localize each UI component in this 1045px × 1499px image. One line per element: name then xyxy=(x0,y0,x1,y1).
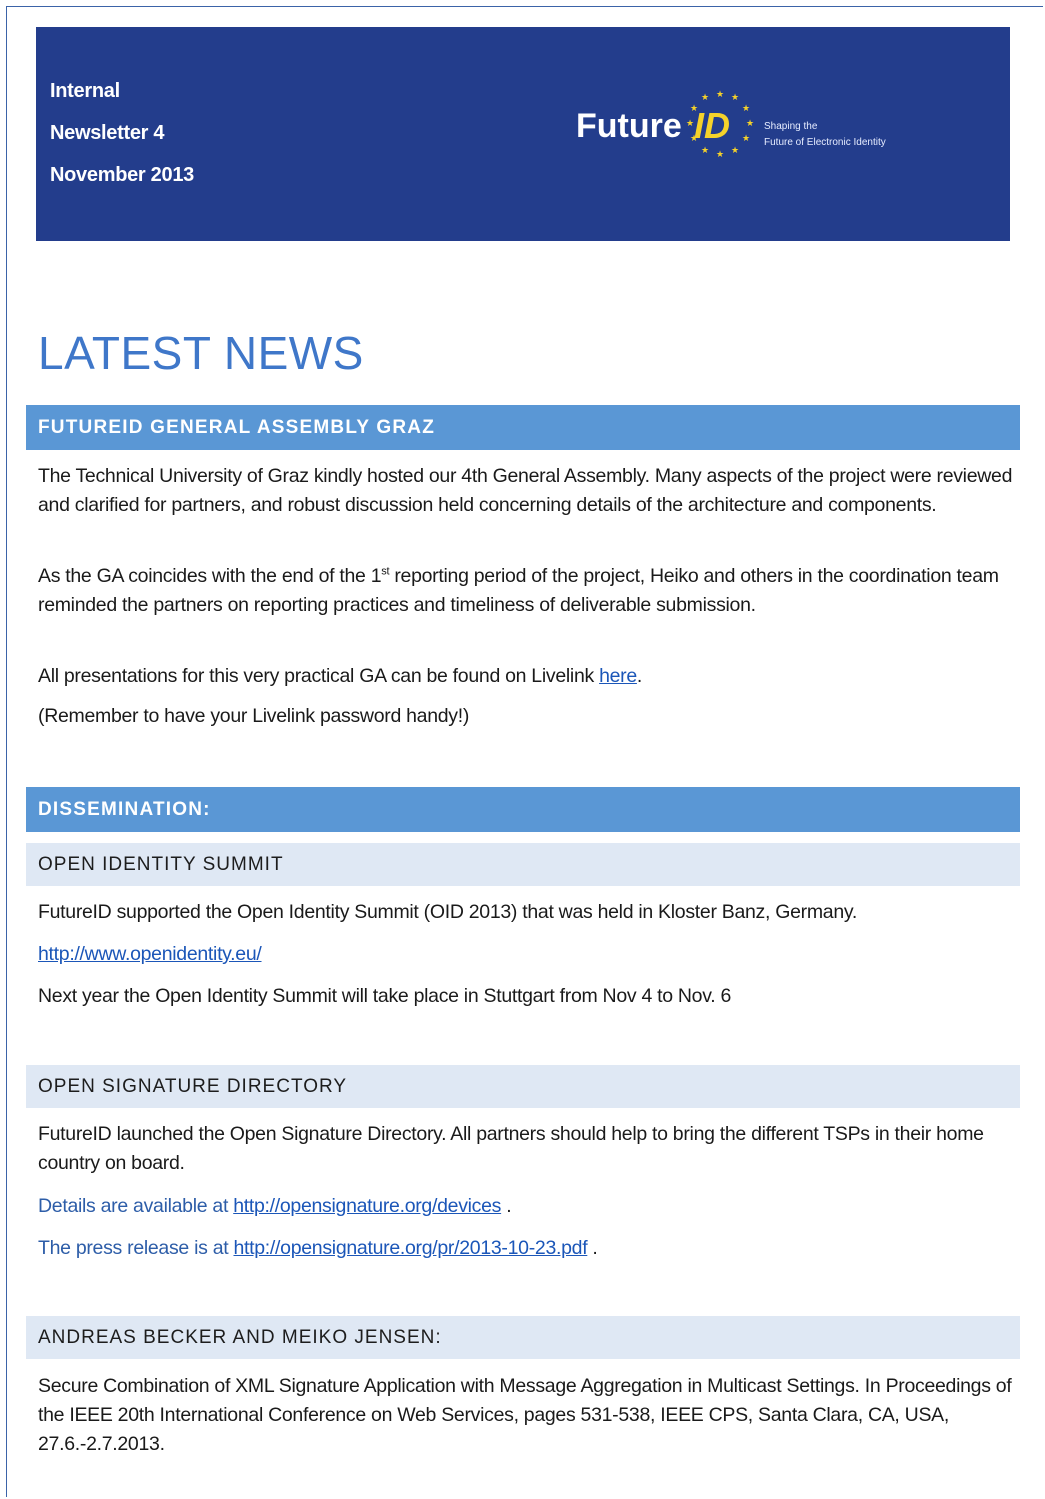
heading-open-signature-directory: OPEN SIGNATURE DIRECTORY xyxy=(26,1065,1020,1108)
openidentity-link[interactable]: http://www.openidentity.eu/ xyxy=(38,943,262,965)
svg-text:★: ★ xyxy=(742,104,750,114)
ga-paragraph-3: All presentations for this very practica… xyxy=(38,662,1013,691)
heading-open-identity-summit: OPEN IDENTITY SUMMIT xyxy=(26,843,1020,886)
svg-text:★: ★ xyxy=(742,134,750,144)
banner-internal: Internal xyxy=(50,80,120,102)
svg-text:★: ★ xyxy=(716,90,724,100)
oid-paragraph-1: FutureID supported the Open Identity Sum… xyxy=(38,901,858,923)
tagline-line1: Shaping the xyxy=(764,121,818,132)
heading-dissemination: DISSEMINATION: xyxy=(26,787,1020,832)
svg-text:★: ★ xyxy=(701,93,709,103)
osd-details-line: Details are available at http://opensign… xyxy=(38,1192,1013,1221)
ga-p3-end: . xyxy=(636,665,643,687)
banner-date: November 2013 xyxy=(50,164,194,186)
svg-text:★: ★ xyxy=(731,93,739,103)
becker-jensen-paragraph: Secure Combination of XML Signature Appl… xyxy=(38,1375,1012,1455)
heading-general-assembly: FUTUREID GENERAL ASSEMBLY GRAZ xyxy=(26,405,1020,450)
ga-paragraph-4: (Remember to have your Livelink password… xyxy=(38,705,470,727)
oid-paragraph-2: Next year the Open Identity Summit will … xyxy=(38,985,731,1007)
latest-news-title: LATEST NEWS xyxy=(38,327,364,379)
svg-text:★: ★ xyxy=(686,119,694,129)
svg-text:★: ★ xyxy=(746,119,754,129)
tagline-line2: Future of Electronic Identity xyxy=(764,137,886,148)
logo-tagline: Shaping the Future of Electronic Identit… xyxy=(764,119,886,151)
svg-text:★: ★ xyxy=(690,134,698,144)
banner-lines: Internal Newsletter 4 November 2013 xyxy=(50,79,194,205)
osd-details-label: Details are available at xyxy=(38,1195,234,1217)
osd-paragraph-1: FutureID launched the Open Signature Dir… xyxy=(38,1123,984,1174)
svg-text:★: ★ xyxy=(701,146,709,156)
futureid-logo: Future ID ★ ★ ★ ★ ★ ★ ★ ★ ★ ★ ★ ★ Shapin… xyxy=(576,89,956,179)
livelink-here-link[interactable]: here xyxy=(599,665,637,687)
newsletter-banner: Internal Newsletter 4 November 2013 Futu… xyxy=(36,27,1010,241)
oid-link-line: http://www.openidentity.eu/ xyxy=(38,940,1013,969)
ga-paragraph-1: The Technical University of Graz kindly … xyxy=(38,465,1013,516)
ga-p2-before: As the GA coincides with the end of the … xyxy=(38,565,382,587)
ga-p3-text: All presentations for this very practica… xyxy=(38,665,600,687)
svg-text:★: ★ xyxy=(716,150,724,160)
ga-paragraph-2: As the GA coincides with the end of the … xyxy=(38,562,1013,620)
banner-newsletter-number: Newsletter 4 xyxy=(50,122,165,144)
eu-stars-icon: ★ ★ ★ ★ ★ ★ ★ ★ ★ ★ ★ ★ xyxy=(686,90,754,160)
osd-details-end: . xyxy=(501,1195,512,1217)
svg-text:★: ★ xyxy=(731,146,739,156)
osd-press-end: . xyxy=(587,1237,598,1259)
heading-becker-jensen: ANDREAS BECKER AND MEIKO JENSEN: xyxy=(26,1316,1020,1359)
osd-press-line: The press release is at http://opensigna… xyxy=(38,1234,1013,1263)
svg-text:★: ★ xyxy=(690,104,698,114)
opensignature-press-link[interactable]: http://opensignature.org/pr/2013-10-23.p… xyxy=(233,1237,587,1259)
opensignature-devices-link[interactable]: http://opensignature.org/devices xyxy=(233,1195,501,1217)
osd-press-label: The press release is at xyxy=(38,1237,234,1259)
